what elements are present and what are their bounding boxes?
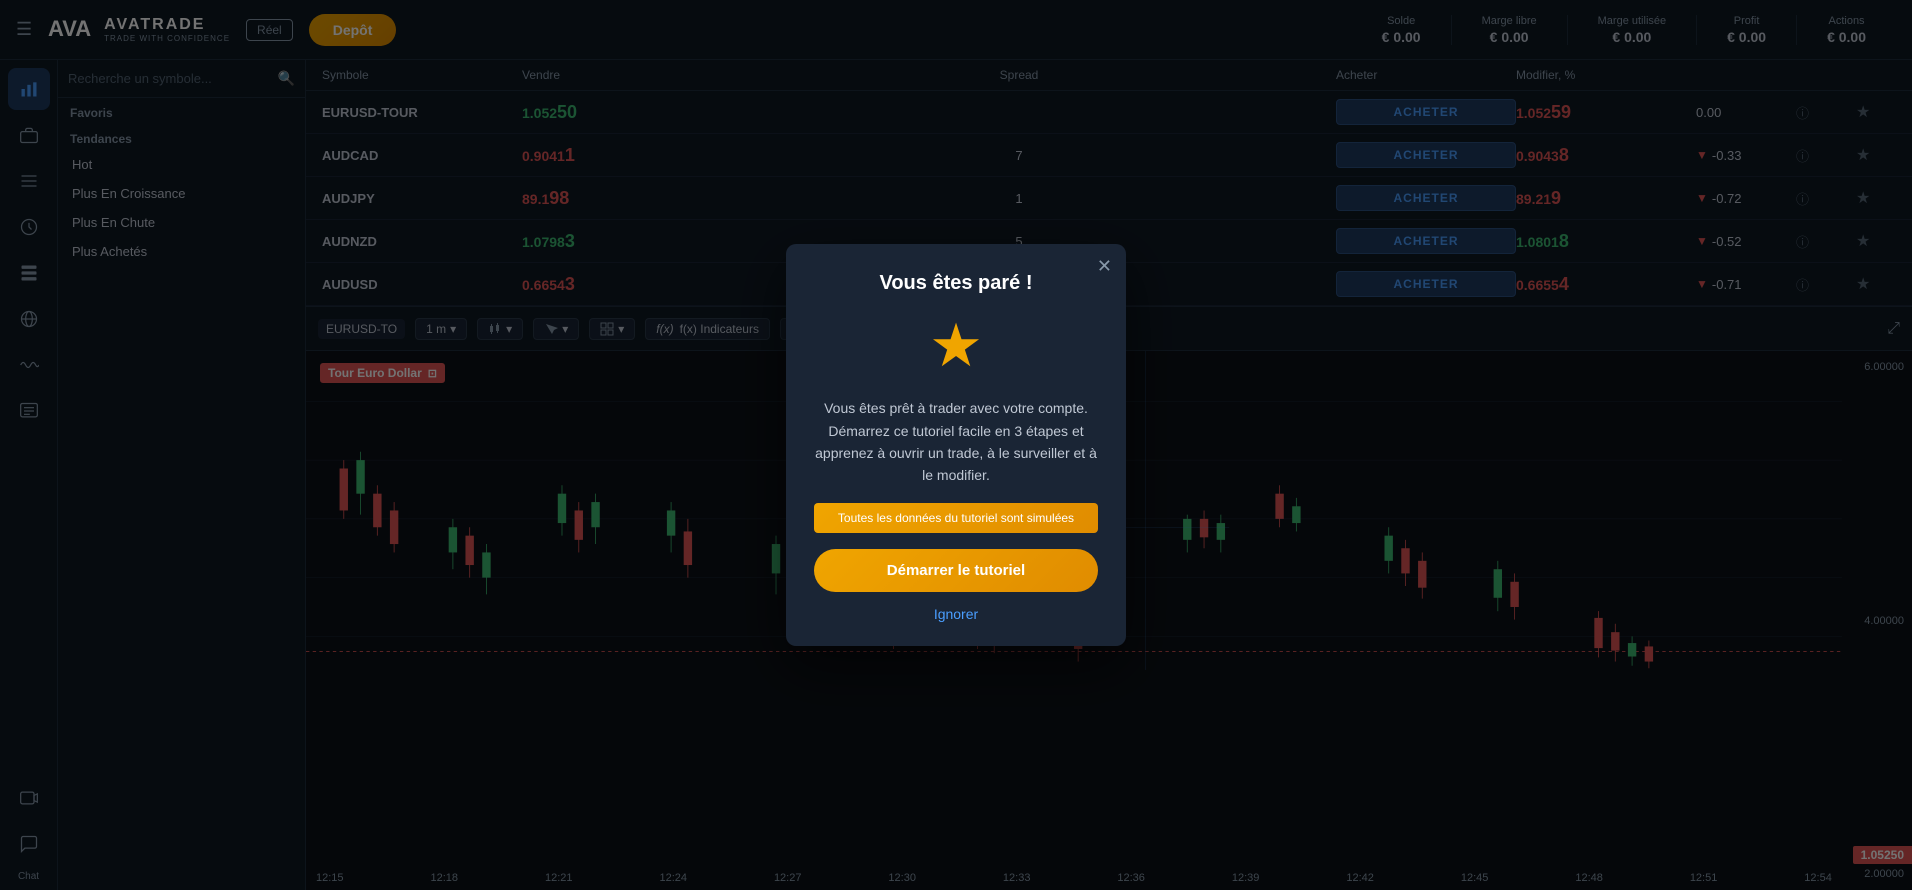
modal-warning: Toutes les données du tutoriel sont simu… xyxy=(814,503,1098,533)
modal-description: Vous êtes prêt à trader avec votre compt… xyxy=(814,397,1098,487)
start-tutorial-button[interactable]: Démarrer le tutoriel xyxy=(814,549,1098,592)
modal-star-icon: ★ xyxy=(814,311,1098,381)
modal-title: Vous êtes paré ! xyxy=(814,272,1098,295)
tutorial-modal: ✕ Vous êtes paré ! ★ Vous êtes prêt à tr… xyxy=(786,244,1126,646)
ignore-link[interactable]: Ignorer xyxy=(814,606,1098,622)
modal-overlay: ✕ Vous êtes paré ! ★ Vous êtes prêt à tr… xyxy=(0,0,1912,890)
modal-close-button[interactable]: ✕ xyxy=(1097,256,1112,277)
